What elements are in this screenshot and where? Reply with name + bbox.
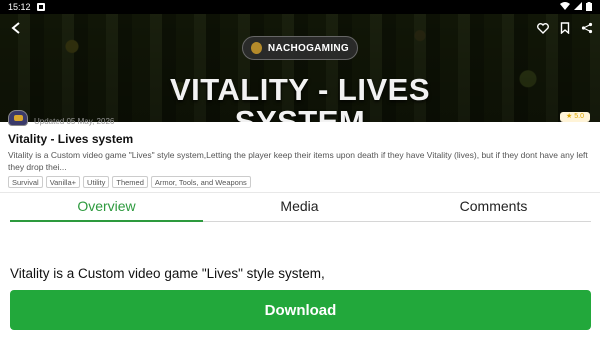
tab-overview[interactable]: Overview — [10, 198, 203, 222]
tag-armor-tools-weapons[interactable]: Armor, Tools, and Weapons — [150, 176, 251, 188]
updated-date: Updated 05 May, 2026 — [34, 117, 115, 126]
share-icon[interactable] — [577, 18, 597, 38]
status-time: 15:12 — [8, 2, 31, 12]
tab-bar: Overview Media Comments — [0, 198, 600, 224]
back-arrow-icon[interactable] — [6, 18, 26, 38]
tag-list: Survival Vanilla+ Utility Themed Armor, … — [8, 176, 251, 188]
tag-themed[interactable]: Themed — [112, 176, 148, 188]
tag-vanilla-plus[interactable]: Vanilla+ — [45, 176, 81, 188]
tag-survival[interactable]: Survival — [8, 176, 43, 188]
signal-icon — [574, 2, 582, 12]
status-bar: 15:12 — [0, 0, 600, 14]
rating-value: 5.0 — [574, 113, 584, 120]
battery-icon — [586, 1, 592, 13]
brand-badge: NACHOGAMING — [242, 36, 358, 60]
tag-utility[interactable]: Utility — [83, 176, 110, 188]
overview-text: Vitality is a Custom video game "Lives" … — [10, 266, 325, 281]
heart-icon[interactable] — [533, 18, 553, 38]
rating-badge: ★ 5.0 — [560, 112, 590, 122]
tab-active-indicator — [10, 220, 203, 222]
section-divider — [0, 192, 600, 193]
author-avatar[interactable] — [8, 110, 28, 126]
tab-comments[interactable]: Comments — [396, 198, 591, 222]
addon-description: Vitality is a Custom video game "Lives" … — [8, 150, 588, 172]
bookmark-icon[interactable] — [555, 18, 575, 38]
brand-logo-icon — [251, 42, 262, 54]
hero-banner: NACHOGAMING VITALITY - LIVES SYSTEM — [0, 14, 600, 122]
status-icons — [560, 1, 592, 13]
notification-icon — [36, 3, 45, 11]
tab-media[interactable]: Media — [203, 198, 396, 222]
download-button[interactable]: Download — [10, 290, 591, 330]
wifi-icon — [560, 2, 570, 12]
brand-name: NACHOGAMING — [267, 42, 349, 54]
hero-title-line1: VITALITY - LIVES — [169, 72, 431, 107]
addon-title: Vitality - Lives system — [8, 132, 134, 146]
